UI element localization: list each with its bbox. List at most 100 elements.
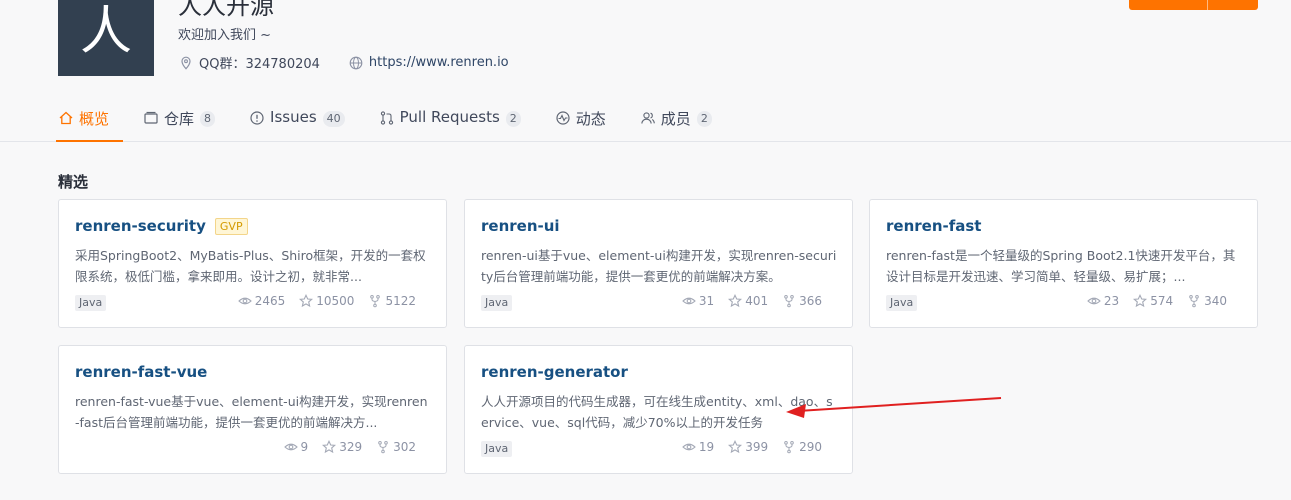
- fork-icon: [782, 294, 796, 308]
- repo-card[interactable]: renren-fast-vue renren-fast-vue基于vue、elem…: [58, 345, 447, 474]
- fork-icon: [1187, 294, 1201, 308]
- tab-issues-label: Issues: [270, 108, 317, 126]
- eye-icon: [283, 440, 298, 454]
- tab-issues[interactable]: Issues 40: [249, 103, 345, 142]
- tab-members-label: 成员: [660, 110, 691, 128]
- repo-name-link[interactable]: renren-fast: [886, 217, 981, 235]
- tab-overview[interactable]: 概览: [55, 103, 124, 142]
- activity-icon: [555, 110, 571, 126]
- repo-description: renren-fast是一个轻量级的Spring Boot2.1快速开发平台，其…: [886, 248, 1236, 284]
- watch-stat: 2465: [237, 294, 286, 308]
- repo-icon: [143, 110, 159, 126]
- gvp-badge: GVP: [214, 217, 248, 235]
- repo-description: renren-ui基于vue、element-ui构建开发，实现renren-s…: [481, 248, 837, 284]
- eye-icon: [237, 294, 252, 308]
- watch-count: 9: [300, 440, 309, 454]
- eye-icon: [682, 294, 696, 308]
- fork-count: 366: [799, 294, 822, 308]
- repo-name-link[interactable]: renren-security GVP: [75, 217, 248, 235]
- repo-stats: 31 401 366: [668, 294, 822, 308]
- star-count: 574: [1150, 294, 1174, 308]
- repo-name: renren-fast: [886, 217, 982, 235]
- repo-stats: 23 574 340: [1073, 294, 1227, 308]
- fork-count: 340: [1204, 294, 1227, 308]
- tab-members-count: 2: [696, 111, 712, 127]
- repo-card[interactable]: renren-fast renren-fast是一个轻量级的Spring Boot…: [869, 199, 1258, 328]
- star-stat: 399: [728, 440, 768, 454]
- star-stat: 329: [322, 440, 362, 454]
- pull-request-icon: [379, 110, 395, 126]
- tab-activity[interactable]: 动态: [555, 103, 606, 142]
- star-stat: 574: [1133, 294, 1173, 308]
- repo-stats: 9 329 302: [270, 440, 416, 454]
- featured-title: 精选: [58, 173, 89, 191]
- repo-stats: 19 399 290: [668, 440, 822, 454]
- fork-stat: 290: [782, 440, 822, 454]
- fork-count: 290: [799, 440, 822, 454]
- repo-language-tag[interactable]: Java: [886, 295, 918, 311]
- watch-count: 19: [698, 440, 715, 454]
- fork-icon: [368, 294, 382, 308]
- fork-stat: 5122: [368, 294, 416, 308]
- members-icon: [640, 110, 656, 126]
- issue-icon: [249, 110, 265, 126]
- follow-button[interactable]: [1129, 0, 1258, 10]
- repo-description: 采用SpringBoot2、MyBatis-Plus、Shiro框架，开发的一套…: [75, 248, 426, 284]
- website: https://www.renren.io: [348, 55, 509, 71]
- star-icon: [728, 440, 743, 454]
- tab-pull-requests-label: Pull Requests: [399, 108, 500, 126]
- watch-stat: 23: [1087, 294, 1119, 308]
- tab-pull-requests-count: 2: [505, 111, 521, 127]
- fork-stat: 366: [782, 294, 822, 308]
- star-icon: [728, 294, 743, 308]
- website-link[interactable]: https://www.renren.io: [369, 55, 509, 70]
- star-count: 329: [339, 440, 363, 454]
- star-stat: 10500: [299, 294, 354, 308]
- tab-pull-requests[interactable]: Pull Requests 2: [379, 103, 521, 142]
- repo-description: renren-fast-vue基于vue、element-ui构建开发，实现re…: [75, 394, 428, 430]
- repo-card[interactable]: renren-ui renren-ui基于vue、element-ui构建开发，实…: [464, 199, 853, 328]
- org-tabs: 概览 仓库 8 Issues 40 Pull Requests 2 动态 成员 …: [55, 103, 746, 142]
- repo-name-link[interactable]: renren-ui: [481, 217, 560, 235]
- tab-overview-label: 概览: [79, 110, 110, 128]
- repo-language-tag[interactable]: Java: [481, 295, 513, 311]
- repo-name: renren-ui: [481, 217, 560, 235]
- qq-group: QQ群：324780204: [178, 53, 320, 72]
- star-icon: [299, 294, 314, 308]
- star-count: 399: [745, 440, 769, 454]
- repo-card[interactable]: renren-security GVP 采用SpringBoot2、MyBatis-…: [58, 199, 447, 328]
- org-header: 人 人人开源 欢迎加入我们 ~ QQ群：324780204 https://ww…: [0, 0, 1291, 142]
- fork-stat: 302: [376, 440, 416, 454]
- tab-activity-label: 动态: [575, 110, 606, 128]
- repo-name: renren-generator: [481, 363, 628, 381]
- tab-members[interactable]: 成员 2: [640, 103, 712, 142]
- tab-repos-count: 8: [200, 111, 216, 127]
- tab-repos[interactable]: 仓库 8: [143, 103, 216, 142]
- repo-name-link[interactable]: renren-fast-vue: [75, 363, 207, 381]
- location-pin-icon: [178, 55, 194, 71]
- star-count: 401: [745, 294, 769, 308]
- repo-stats: 2465 10500 5122: [224, 294, 416, 308]
- watch-count: 2465: [254, 294, 286, 308]
- tab-repos-label: 仓库: [164, 110, 195, 128]
- eye-icon: [1087, 294, 1101, 308]
- repo-language-tag[interactable]: Java: [481, 441, 513, 457]
- fork-count: 302: [393, 440, 416, 454]
- eye-icon: [682, 440, 696, 454]
- watch-stat: 19: [682, 440, 714, 454]
- repo-description: 人人开源项目的代码生成器，可在线生成entity、xml、dao、service…: [481, 394, 833, 430]
- star-count: 10500: [316, 294, 355, 308]
- star-icon: [322, 440, 337, 454]
- repo-language-tag[interactable]: Java: [75, 295, 107, 311]
- watch-stat: 9: [283, 440, 309, 454]
- repo-card[interactable]: renren-generator 人人开源项目的代码生成器，可在线生成entity…: [464, 345, 853, 474]
- globe-icon: [348, 55, 364, 71]
- repo-name-link[interactable]: renren-generator: [481, 363, 628, 381]
- star-icon: [1133, 294, 1148, 308]
- org-avatar: 人: [58, 0, 154, 76]
- fork-count: 5122: [385, 294, 416, 308]
- follow-button-divider: [1207, 0, 1208, 10]
- fork-icon: [782, 440, 796, 454]
- home-icon: [58, 110, 74, 126]
- watch-count: 31: [698, 294, 715, 308]
